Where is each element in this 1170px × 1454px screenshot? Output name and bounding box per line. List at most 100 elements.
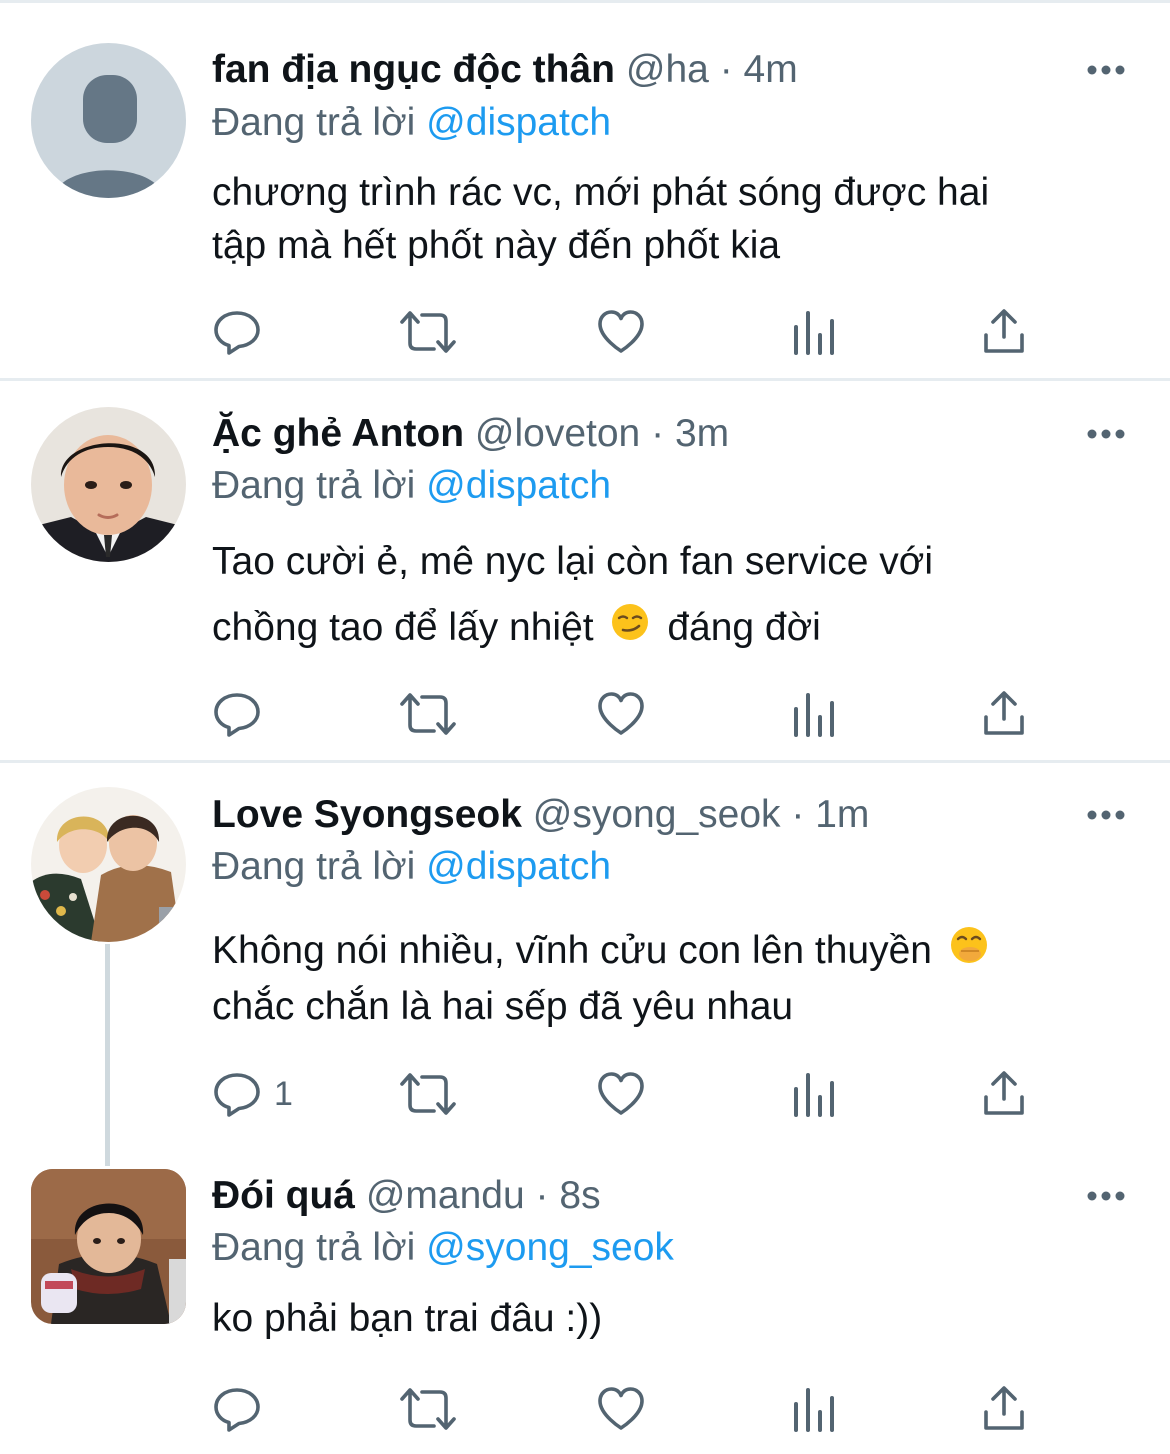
display-name[interactable]: Ặc ghẻ Anton: [212, 412, 464, 455]
tweet-text-line: chương trình rác vc, mới phát sóng được …: [212, 171, 990, 214]
avatar-photo-child[interactable]: [31, 1169, 186, 1324]
analytics-button[interactable]: [792, 1069, 836, 1119]
analytics-button[interactable]: [792, 1384, 836, 1434]
replying-to-label: Đang trả lời: [212, 101, 416, 144]
retweet-button[interactable]: [398, 1069, 458, 1119]
profile-photo-icon: [31, 1169, 186, 1324]
tweet-actions: [212, 1384, 1042, 1434]
more-icon[interactable]: [1086, 426, 1126, 446]
retweet-icon: [400, 1388, 456, 1430]
display-name[interactable]: Love Syongseok: [212, 793, 522, 836]
reply-icon: [214, 693, 260, 737]
user-handle[interactable]: @syong_seok: [533, 793, 781, 836]
replying-to: Đang trả lời @dispatch: [212, 461, 611, 511]
tweet-actions: [212, 689, 1042, 739]
more-icon[interactable]: [1086, 807, 1126, 827]
tweet-text-line-with-emoji: chồng tao để lấy nhiệt đáng đời: [212, 595, 1112, 663]
replying-to: Đang trả lời @dispatch: [212, 98, 611, 148]
like-icon: [598, 1387, 644, 1430]
tweet-divider: [0, 760, 1170, 763]
user-handle[interactable]: @mandu: [366, 1174, 525, 1217]
tweet-divider: [0, 378, 1170, 381]
replying-to: Đang trả lời @syong_seok: [212, 1223, 674, 1273]
replying-to: Đang trả lời @dispatch: [212, 842, 611, 892]
avatar-photo-duo[interactable]: [31, 787, 186, 942]
top-divider: [0, 0, 1170, 3]
retweet-button[interactable]: [398, 1384, 458, 1434]
share-button[interactable]: [982, 307, 1026, 357]
tweet-header: Ặc ghẻ Anton @loveton · 3m: [212, 409, 729, 459]
replying-to-label: Đang trả lời: [212, 464, 416, 507]
analytics-button[interactable]: [792, 307, 836, 357]
retweet-icon: [400, 1073, 456, 1115]
more-icon[interactable]: [1086, 1188, 1126, 1208]
more-icon[interactable]: [1086, 62, 1126, 82]
timestamp[interactable]: 1m: [815, 793, 869, 836]
default-profile-icon: [31, 43, 186, 198]
share-icon: [984, 1071, 1024, 1115]
analytics-icon: [794, 311, 834, 355]
analytics-icon: [794, 693, 834, 737]
tweet-text: ko phải bạn trai đâu :)): [212, 1292, 1112, 1346]
replying-to-label: Đang trả lời: [212, 1226, 416, 1269]
display-name[interactable]: fan địa ngục độc thân: [212, 48, 615, 91]
reply-button[interactable]: [212, 307, 274, 357]
display-name[interactable]: Đói quá: [212, 1174, 355, 1217]
tweet-text: Tao cười ẻ, mê nyc lại còn fan service v…: [212, 529, 1112, 663]
share-icon: [984, 1386, 1024, 1430]
like-icon: [598, 310, 644, 353]
retweet-button[interactable]: [398, 689, 458, 739]
tweet-text-line-with-emoji: Không nói nhiều, vĩnh cửu con lên thuyền: [212, 924, 1112, 980]
like-button[interactable]: [596, 307, 646, 357]
share-icon: [984, 309, 1024, 353]
timestamp[interactable]: 3m: [675, 412, 729, 455]
tweet-text-line: chắc chắn là hai sếp đã yêu nhau: [212, 985, 794, 1029]
tweet-text-segment: đáng đời: [667, 606, 821, 649]
replying-to-link[interactable]: @dispatch: [426, 464, 611, 507]
reply-icon: [214, 1073, 260, 1117]
profile-photo-icon: [31, 407, 186, 562]
share-button[interactable]: [982, 1069, 1026, 1119]
reply-button[interactable]: 1: [212, 1069, 293, 1119]
replying-to-link[interactable]: @syong_seok: [426, 1226, 674, 1269]
separator-dot: ·: [651, 412, 665, 455]
tweet-text-segment: Không nói nhiều, vĩnh cửu con lên thuyền: [212, 929, 932, 972]
reply-icon: [214, 311, 260, 355]
retweet-button[interactable]: [398, 307, 458, 357]
like-button[interactable]: [596, 1069, 646, 1119]
tweet-header: fan địa ngục độc thân @ha · 4m: [212, 45, 798, 95]
share-icon: [984, 691, 1024, 735]
like-icon: [598, 1072, 644, 1115]
tweet-text-line: Tao cười ẻ, mê nyc lại còn fan service v…: [212, 540, 934, 583]
like-icon: [598, 692, 644, 735]
tweet-actions: 1: [212, 1069, 1042, 1119]
timestamp[interactable]: 8s: [559, 1174, 600, 1217]
hand-over-mouth-emoji-icon: [949, 925, 989, 980]
reply-button[interactable]: [212, 689, 274, 739]
tweet-text: Không nói nhiều, vĩnh cửu con lên thuyền…: [212, 924, 1112, 1034]
timestamp[interactable]: 4m: [744, 48, 798, 91]
avatar-default[interactable]: [31, 43, 186, 198]
profile-photo-icon: [31, 787, 186, 942]
replying-to-label: Đang trả lời: [212, 845, 416, 888]
replying-to-link[interactable]: @dispatch: [426, 101, 611, 144]
reply-count: 1: [274, 1074, 293, 1113]
separator-dot: ·: [791, 793, 805, 836]
separator-dot: ·: [719, 48, 733, 91]
reply-icon: [214, 1388, 260, 1432]
avatar-photo-boy[interactable]: [31, 407, 186, 562]
tweet-header: Đói quá @mandu · 8s: [212, 1171, 601, 1221]
separator-dot: ·: [535, 1174, 549, 1217]
like-button[interactable]: [596, 689, 646, 739]
user-handle[interactable]: @ha: [626, 48, 709, 91]
user-handle[interactable]: @loveton: [475, 412, 640, 455]
like-button[interactable]: [596, 1384, 646, 1434]
share-button[interactable]: [982, 1384, 1026, 1434]
analytics-button[interactable]: [792, 689, 836, 739]
tweet-header: Love Syongseok @syong_seok · 1m: [212, 790, 869, 840]
share-button[interactable]: [982, 689, 1026, 739]
replying-to-link[interactable]: @dispatch: [426, 845, 611, 888]
tweet-actions: [212, 307, 1042, 357]
tweet-text-segment: chồng tao để lấy nhiệt: [212, 606, 594, 649]
reply-button[interactable]: [212, 1384, 274, 1434]
